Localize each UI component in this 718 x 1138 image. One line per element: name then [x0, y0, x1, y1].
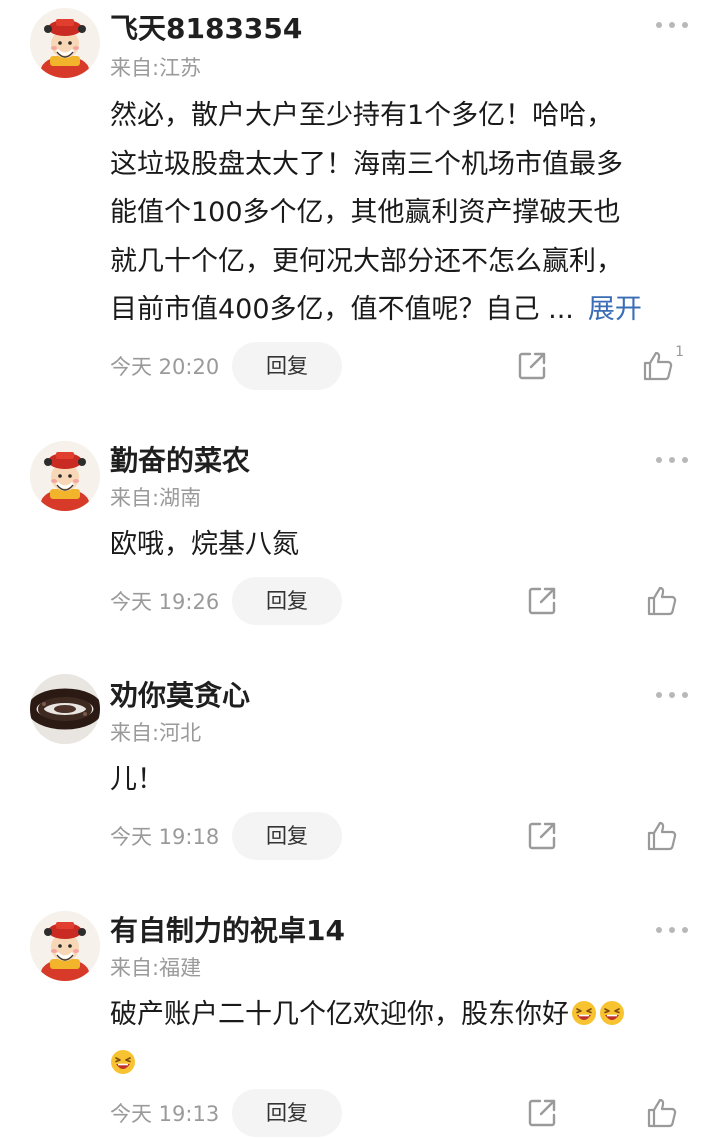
comment-text: 儿！: [110, 756, 690, 805]
comment-actions: 今天 19:26 回复: [110, 577, 688, 625]
thumbs-up-icon: [646, 820, 678, 852]
timestamp: 今天 19:18: [110, 825, 220, 849]
thumbs-up-icon: [646, 585, 678, 617]
thumbs-up-icon: [642, 350, 674, 382]
comment-text: 欧哦，烷基八氮: [110, 521, 690, 570]
timestamp: 今天 20:20: [110, 355, 220, 379]
comment-actions: 今天 19:13 回复: [110, 1089, 688, 1137]
like-button[interactable]: 1: [642, 344, 688, 386]
timestamp: 今天 19:13: [110, 1102, 220, 1126]
share-icon[interactable]: [526, 585, 558, 617]
avatar[interactable]: [30, 8, 100, 78]
comment-line: 目前市值400多亿，值不值呢？自己 ...: [110, 294, 574, 325]
comment-actions: 今天 19:18 回复: [110, 812, 688, 860]
username[interactable]: 有自制力的祝卓14: [110, 914, 345, 948]
comment-line: 破产账户二十几个亿欢迎你，股东你好: [110, 999, 569, 1030]
more-dots-icon[interactable]: [656, 455, 688, 465]
username[interactable]: 勤奋的菜农: [110, 444, 250, 478]
share-icon[interactable]: [526, 820, 558, 852]
laughing-emoji-icon: [599, 1000, 625, 1026]
comment-text: 然必，散户大户至少持有1个多亿！哈哈， 这垃圾股盘太大了！海南三个机场市值最多 …: [110, 92, 690, 335]
like-button[interactable]: [642, 583, 688, 621]
comment-line: 能值个100多个亿，其他赢利资产撑破天也: [110, 197, 621, 228]
comment-line: 这垃圾股盘太大了！海南三个机场市值最多: [110, 148, 623, 180]
location-label: 来自:河北: [110, 721, 202, 745]
comment-text: 破产账户二十几个亿欢迎你，股东你好: [110, 991, 690, 1088]
username[interactable]: 劝你莫贪心: [110, 679, 250, 713]
avatar[interactable]: [30, 911, 100, 981]
reply-button[interactable]: 回复: [232, 1089, 342, 1137]
more-dots-icon[interactable]: [656, 20, 688, 30]
comment-actions: 今天 20:20 回复 1: [110, 342, 688, 390]
laughing-emoji-icon: [571, 1000, 597, 1026]
more-dots-icon[interactable]: [656, 690, 688, 700]
comment-line: 欧哦，烷基八氮: [110, 529, 299, 560]
location-label: 来自:江苏: [110, 56, 202, 80]
reply-button[interactable]: 回复: [232, 812, 342, 860]
username[interactable]: 飞天8183354: [110, 12, 302, 46]
laughing-emoji-icon: [110, 1049, 136, 1075]
reply-button[interactable]: 回复: [232, 577, 342, 625]
location-label: 来自:福建: [110, 956, 202, 980]
more-dots-icon[interactable]: [656, 925, 688, 935]
expand-link[interactable]: 展开: [588, 294, 642, 325]
like-count: 1: [675, 344, 684, 360]
comment-line: 就几十个亿，更何况大部分还不怎么赢利，: [110, 245, 623, 277]
comment-line: 然必，散户大户至少持有1个多亿！哈哈，: [110, 100, 614, 131]
thumbs-up-icon: [646, 1097, 678, 1129]
reply-button[interactable]: 回复: [232, 342, 342, 390]
share-icon[interactable]: [526, 1097, 558, 1129]
timestamp: 今天 19:26: [110, 590, 220, 614]
like-button[interactable]: [642, 818, 688, 856]
avatar[interactable]: [30, 441, 100, 511]
share-icon[interactable]: [516, 350, 548, 382]
location-label: 来自:湖南: [110, 486, 202, 510]
like-button[interactable]: [642, 1095, 688, 1133]
comment-line: 儿！: [110, 764, 164, 795]
avatar[interactable]: [30, 674, 100, 744]
